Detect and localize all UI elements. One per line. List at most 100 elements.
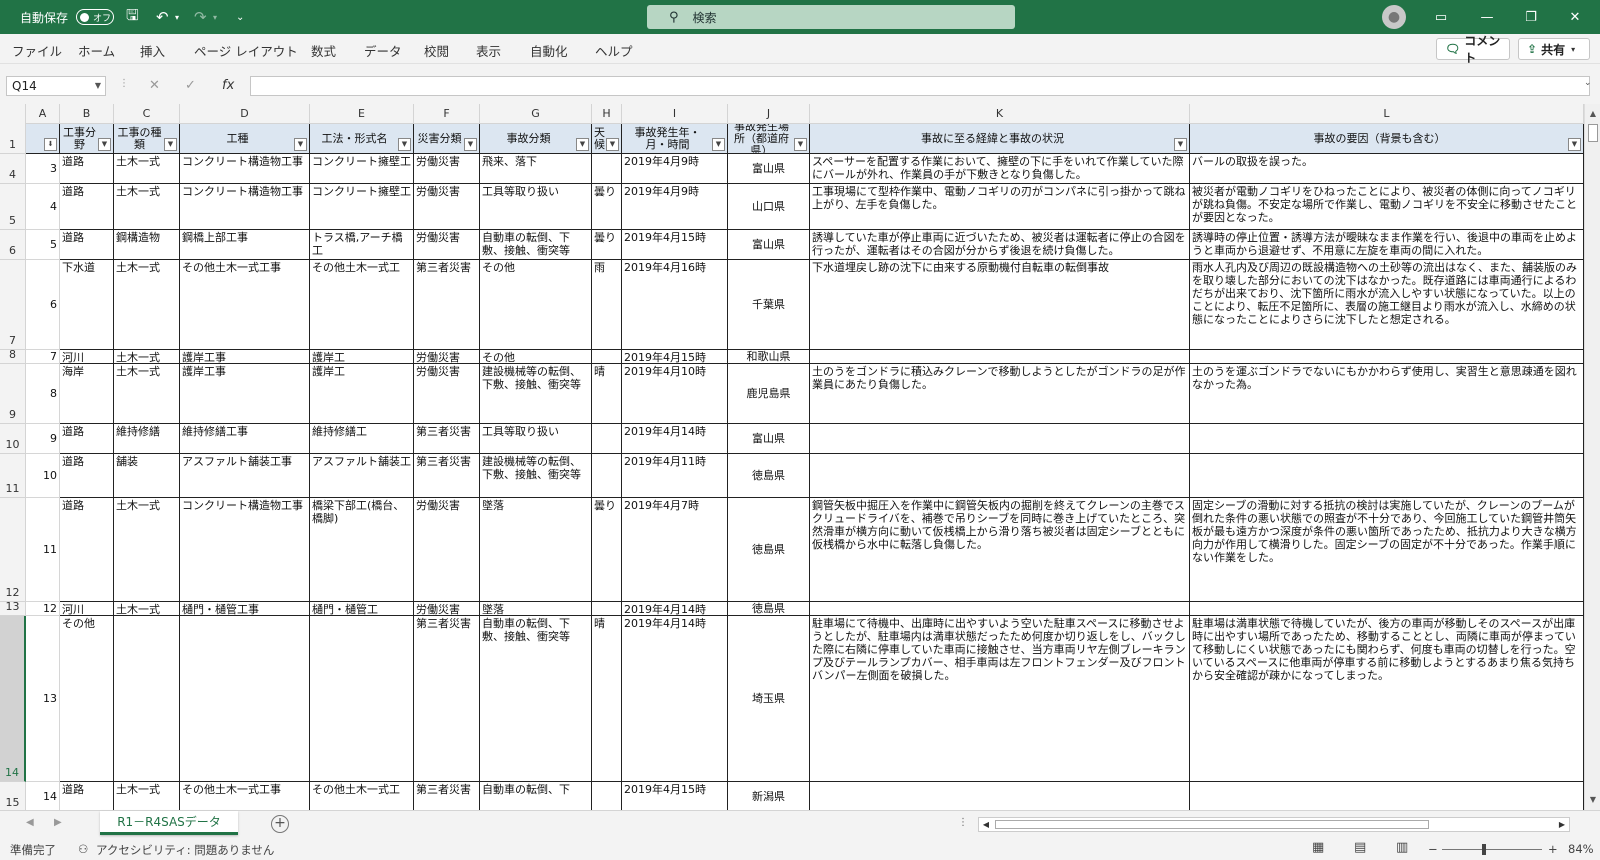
cell-g[interactable]: その他 [480,260,592,350]
cell-l[interactable]: 固定シーブの滑動に対する抵抗の検討は実施していたが、クレーンのブームが倒れた条件… [1190,498,1584,602]
cell-e[interactable]: 橋梁下部工(橋台、橋脚) [310,498,414,602]
scroll-up-icon[interactable]: ▲ [1585,106,1600,122]
minimize-icon[interactable]: — [1464,0,1510,34]
cell-f[interactable]: 労働災害 [414,184,480,230]
cell-c[interactable]: 維持修繕 [114,424,180,454]
tab-insert[interactable]: 挿入 [140,41,165,60]
cell-b[interactable]: 下水道 [60,260,114,350]
cell-j[interactable]: 千葉県 [728,260,810,350]
cell-e[interactable]: その他土木一式工 [310,782,414,810]
row-header[interactable]: 12 [0,498,26,602]
undo-dropdown-icon[interactable]: ▾ [175,0,179,34]
cell-c[interactable]: 舗装 [114,454,180,498]
add-sheet-icon[interactable]: + [271,815,289,833]
cell-b[interactable]: 河川 [60,602,114,616]
cell-j[interactable]: 新潟県 [728,782,810,810]
tab-automate[interactable]: 自動化 [530,41,568,60]
scroll-right-icon[interactable]: ▶ [1555,818,1569,831]
cell-b[interactable]: 道路 [60,498,114,602]
scroll-left-icon[interactable]: ◀ [979,818,993,831]
cell-j[interactable]: 埼玉県 [728,616,810,782]
cell-h[interactable] [592,454,622,498]
zoom-level[interactable]: 84% [1568,842,1594,856]
cell-l[interactable]: 雨水人孔内及び周辺の既設構造物への土砂等の流出はなく、また、舗装版のみを取り壊し… [1190,260,1584,350]
cell-a[interactable]: 13 [26,616,60,782]
close-icon[interactable]: ✕ [1552,0,1598,34]
prev-sheet-icon[interactable]: ◀ [26,817,34,828]
cell-i[interactable]: 2019年4月15時 [622,230,728,260]
accessibility-status[interactable]: アクセシビリティ: 問題ありません [96,842,274,858]
comment-button[interactable]: 🗨 コメント [1436,34,1510,65]
cell-f[interactable]: 労働災害 [414,602,480,616]
cell-l[interactable]: 被災者が電動ノコギリをひねったことにより、被災者の体側に向ってノコギリが跳ね負傷… [1190,184,1584,230]
cell-f[interactable]: 第三者災害 [414,260,480,350]
cell-b[interactable]: その他 [60,616,114,782]
header-cell-h[interactable]: 天候 ▼ [592,124,622,154]
header-cell-i[interactable]: 事故発生年・月・時間 ▼ [622,124,728,154]
cell-i[interactable]: 2019年4月14時 [622,424,728,454]
header-cell-d[interactable]: 工種 ▼ [180,124,310,154]
cancel-formula-icon[interactable]: ✕ [149,78,160,93]
column-header-d[interactable]: D [180,104,310,124]
formula-input[interactable] [250,76,1590,96]
cell-c[interactable]: 土木一式 [114,260,180,350]
cell-e[interactable]: コンクリート擁壁工 [310,154,414,184]
cell-d[interactable]: 維持修繕工事 [180,424,310,454]
filter-dropdown-icon[interactable]: ▼ [398,138,411,151]
cell-f[interactable]: 第三者災害 [414,782,480,810]
filter-dropdown-icon[interactable]: ▼ [712,138,725,151]
cell-a[interactable]: 3 [26,154,60,184]
cell-c[interactable]: 鋼構造物 [114,230,180,260]
row-header[interactable]: 11 [0,454,26,498]
cell-k[interactable]: スペーサーを配置する作業において、擁壁の下に手をいれて作業していた際にバールが外… [810,154,1190,184]
cell-k[interactable] [810,424,1190,454]
filter-dropdown-icon[interactable]: ▼ [606,138,619,151]
cell-c[interactable]: 土木一式 [114,184,180,230]
enter-formula-icon[interactable]: ✓ [185,78,196,93]
cell-k[interactable] [810,454,1190,498]
search-box[interactable]: ⚲ 検索 [647,5,1015,29]
horizontal-scrollbar[interactable]: ◀ ▶ [978,817,1570,832]
cell-e[interactable]: トラス橋,アーチ橋工 [310,230,414,260]
cell-l[interactable] [1190,454,1584,498]
cell-h[interactable]: 曇り [592,498,622,602]
tab-file[interactable]: ファイル [12,41,62,60]
cell-e[interactable]: 護岸工 [310,350,414,364]
scroll-down-icon[interactable]: ▼ [1585,792,1600,808]
cell-i[interactable]: 2019年4月14時 [622,602,728,616]
cell-k[interactable]: 鋼管矢板中掘圧入を作業中に鋼管矢板内の掘削を終えてクレーンの主巻でスクリュードラ… [810,498,1190,602]
column-header-f[interactable]: F [414,104,480,124]
cell-f[interactable]: 労働災害 [414,364,480,424]
tab-help[interactable]: ヘルプ [595,41,633,60]
cell-b[interactable]: 河川 [60,350,114,364]
cell-g[interactable]: 墜落 [480,602,592,616]
cell-f[interactable]: 第三者災害 [414,454,480,498]
header-cell-e[interactable]: 工法・形式名 ▼ [310,124,414,154]
customize-qat-icon[interactable]: ⌄ [236,0,244,34]
cell-b[interactable]: 道路 [60,230,114,260]
cell-a[interactable]: 8 [26,364,60,424]
vertical-scroll-thumb[interactable] [1588,124,1598,142]
cell-l[interactable] [1190,424,1584,454]
expand-formula-icon[interactable]: ⌄ [1584,78,1592,88]
column-header-e[interactable]: E [310,104,414,124]
cell-c[interactable]: 土木一式 [114,154,180,184]
cell-h[interactable] [592,154,622,184]
cell-f[interactable]: 労働災害 [414,498,480,602]
select-all-corner[interactable] [0,104,26,124]
cell-g[interactable]: 墜落 [480,498,592,602]
filter-dropdown-icon[interactable]: ⬇ [44,138,57,151]
row-header[interactable]: 9 [0,364,26,424]
tab-view[interactable]: 表示 [476,41,501,60]
horizontal-scroll-thumb[interactable] [995,820,1429,829]
user-avatar-icon[interactable]: ● [1382,5,1406,29]
cell-i[interactable]: 2019年4月16時 [622,260,728,350]
cell-h[interactable]: 晴 [592,616,622,782]
cell-k[interactable] [810,350,1190,364]
cell-g[interactable]: 工具等取り扱い [480,424,592,454]
cell-h[interactable] [592,602,622,616]
cell-a[interactable]: 10 [26,454,60,498]
row-header[interactable]: 13 [0,600,26,616]
cell-i[interactable]: 2019年4月15時 [622,350,728,364]
cell-b[interactable]: 海岸 [60,364,114,424]
